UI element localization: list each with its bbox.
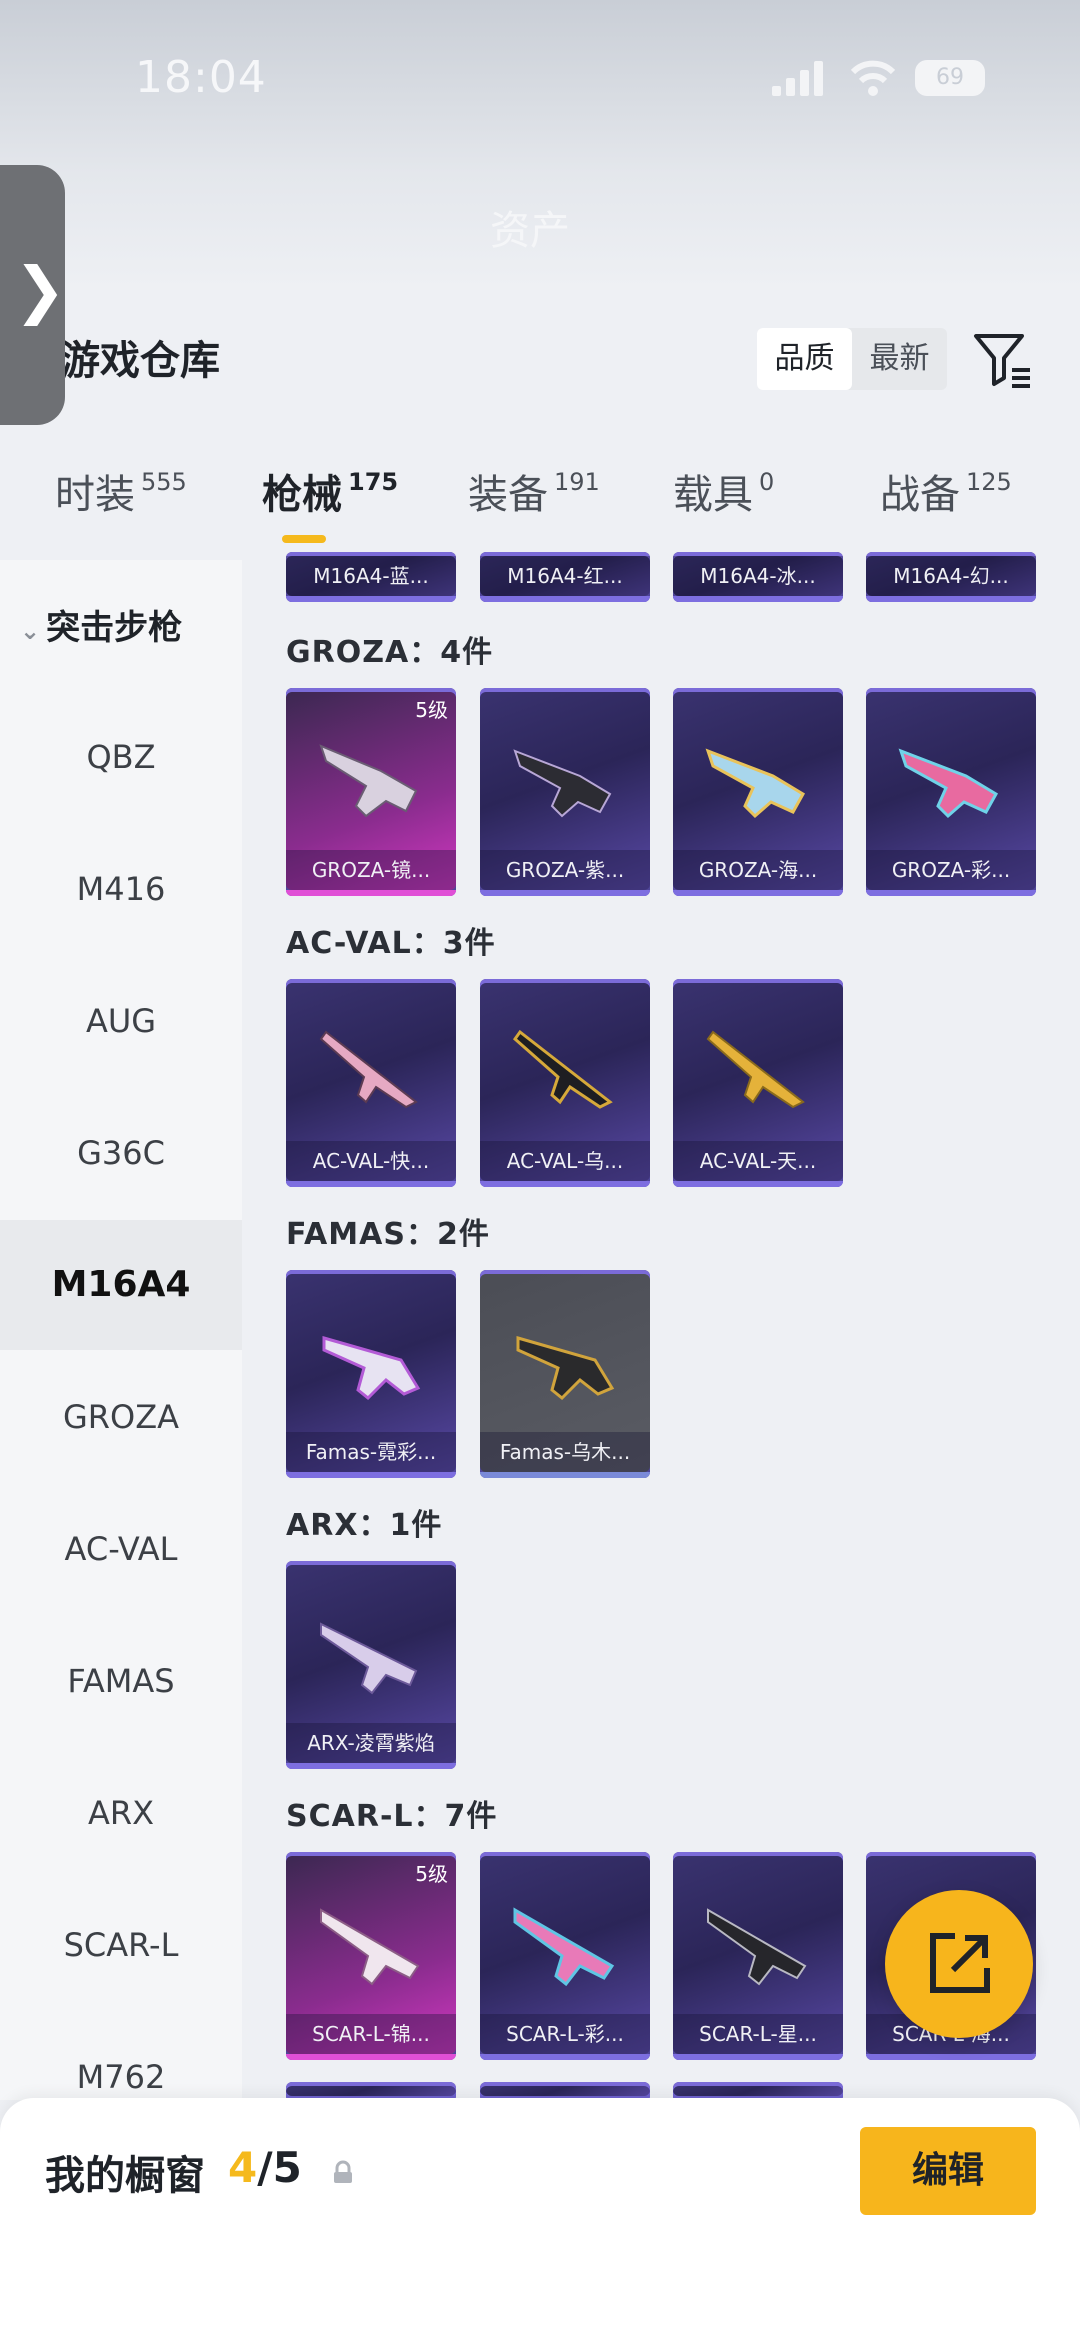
item-card[interactable]: M16A4-幻... xyxy=(866,552,1036,602)
share-icon xyxy=(930,1933,990,1993)
item-name: AC-VAL-乌... xyxy=(480,1141,650,1181)
tab-firearms[interactable]: 枪械 175 xyxy=(262,462,398,520)
sidebar-item-scarl[interactable]: SCAR-L xyxy=(0,1880,242,2010)
category-header[interactable]: ⌄ 突击步枪 xyxy=(20,600,182,649)
weapon-image xyxy=(705,748,806,819)
weapon-image xyxy=(707,1908,807,1986)
sidebar-item-aug[interactable]: AUG xyxy=(0,956,242,1086)
weapon-image xyxy=(513,1907,615,1987)
item-card[interactable]: M16A4-红... xyxy=(480,552,650,602)
item-name: AC-VAL-天... xyxy=(673,1141,843,1181)
item-card[interactable]: M16A4-冰... xyxy=(673,552,843,602)
weapon-image xyxy=(322,1336,421,1401)
item-card[interactable]: SCAR-L-彩... xyxy=(480,1852,650,2060)
battery-indicator: 69 xyxy=(915,60,985,96)
group-label-arx: ARX：1件 xyxy=(286,1508,443,1543)
weapon-image xyxy=(320,1908,420,1986)
sidebar-item-qbz[interactable]: QBZ xyxy=(0,692,242,822)
item-card[interactable]: GROZA-彩... xyxy=(866,688,1036,896)
weapon-image xyxy=(512,1029,613,1109)
showcase-label: 我的橱窗 xyxy=(45,2153,205,2199)
tab-active-indicator xyxy=(282,535,326,543)
weapon-image xyxy=(319,744,418,818)
item-card[interactable]: 5级 GROZA-镜... xyxy=(286,688,456,896)
group-label-famas: FAMAS：2件 xyxy=(286,1217,490,1252)
item-card[interactable]: GROZA-紫... xyxy=(480,688,650,896)
item-name: Famas-乌木... xyxy=(480,1432,650,1472)
item-name: AC-VAL-快... xyxy=(286,1141,456,1181)
sidebar-item-g36c[interactable]: G36C xyxy=(0,1088,242,1218)
item-card[interactable]: AC-VAL-快... xyxy=(286,979,456,1187)
group-label-acval: AC-VAL：3件 xyxy=(286,926,496,961)
item-name: GROZA-彩... xyxy=(866,850,1036,890)
weapon-image xyxy=(706,1030,805,1109)
lock-icon xyxy=(334,2160,352,2183)
item-name: Famas-霓彩... xyxy=(286,1432,456,1472)
item-card[interactable]: Famas-乌木... xyxy=(480,1270,650,1478)
item-name: SCAR-L-星... xyxy=(673,2014,843,2054)
sort-newest-button[interactable]: 最新 xyxy=(852,328,947,390)
filter-icon[interactable] xyxy=(972,330,1034,392)
sort-toggle: 品质 最新 xyxy=(757,328,947,390)
weapon-image xyxy=(320,1622,418,1695)
item-card[interactable]: SCAR-L-星... xyxy=(673,1852,843,2060)
item-name: GROZA-海... xyxy=(673,850,843,890)
drawer-handle[interactable]: ❯ xyxy=(0,165,66,425)
item-name: GROZA-紫... xyxy=(480,850,650,890)
tab-supplies[interactable]: 战备 125 xyxy=(880,462,1012,520)
group-label-scarl: SCAR-L：7件 xyxy=(286,1799,498,1834)
weapon-image xyxy=(319,1030,418,1109)
chevron-down-icon: ⌄ xyxy=(20,617,41,645)
tab-vehicles[interactable]: 载具 0 xyxy=(673,462,774,520)
sidebar-item-groza[interactable]: GROZA xyxy=(0,1352,242,1482)
share-button[interactable] xyxy=(885,1890,1033,2038)
item-card[interactable]: GROZA-海... xyxy=(673,688,843,896)
showcase-count: 4/5 xyxy=(228,2143,302,2192)
item-card[interactable]: M16A4-蓝... xyxy=(286,552,456,602)
tab-equipment[interactable]: 装备 191 xyxy=(468,462,600,520)
item-name: SCAR-L-彩... xyxy=(480,2014,650,2054)
item-name: SCAR-L-锦... xyxy=(286,2014,456,2054)
status-time: 18:04 xyxy=(135,52,267,103)
sidebar-item-famas[interactable]: FAMAS xyxy=(0,1616,242,1746)
signal-icon xyxy=(772,61,823,96)
item-card[interactable]: Famas-霓彩... xyxy=(286,1270,456,1478)
weapon-image xyxy=(898,748,999,819)
chevron-right-icon: ❯ xyxy=(14,253,66,326)
item-card[interactable]: ARX-凌霄紫焰 xyxy=(286,1561,456,1769)
item-name: GROZA-镜... xyxy=(286,850,456,890)
item-card[interactable]: AC-VAL-天... xyxy=(673,979,843,1187)
edit-button[interactable]: 编辑 xyxy=(860,2127,1036,2215)
page-title: 资产 xyxy=(490,208,570,254)
sort-quality-button[interactable]: 品质 xyxy=(757,328,852,390)
tab-fashion[interactable]: 时装 555 xyxy=(55,462,187,520)
panel-title: 游戏仓库 xyxy=(60,338,220,384)
item-card[interactable]: 5级 SCAR-L-锦... xyxy=(286,1852,456,2060)
sidebar-item-arx[interactable]: ARX xyxy=(0,1748,242,1878)
wifi-icon xyxy=(850,60,896,96)
item-name: ARX-凌霄紫焰 xyxy=(286,1723,456,1763)
sidebar-item-m416[interactable]: M416 xyxy=(0,824,242,954)
weapon-image xyxy=(516,1336,615,1401)
weapon-image xyxy=(513,749,612,818)
group-label-groza: GROZA：4件 xyxy=(286,635,494,670)
sidebar-item-m16a4[interactable]: M16A4 xyxy=(0,1220,242,1350)
item-card[interactable]: AC-VAL-乌... xyxy=(480,979,650,1187)
sidebar-item-acval[interactable]: AC-VAL xyxy=(0,1484,242,1614)
